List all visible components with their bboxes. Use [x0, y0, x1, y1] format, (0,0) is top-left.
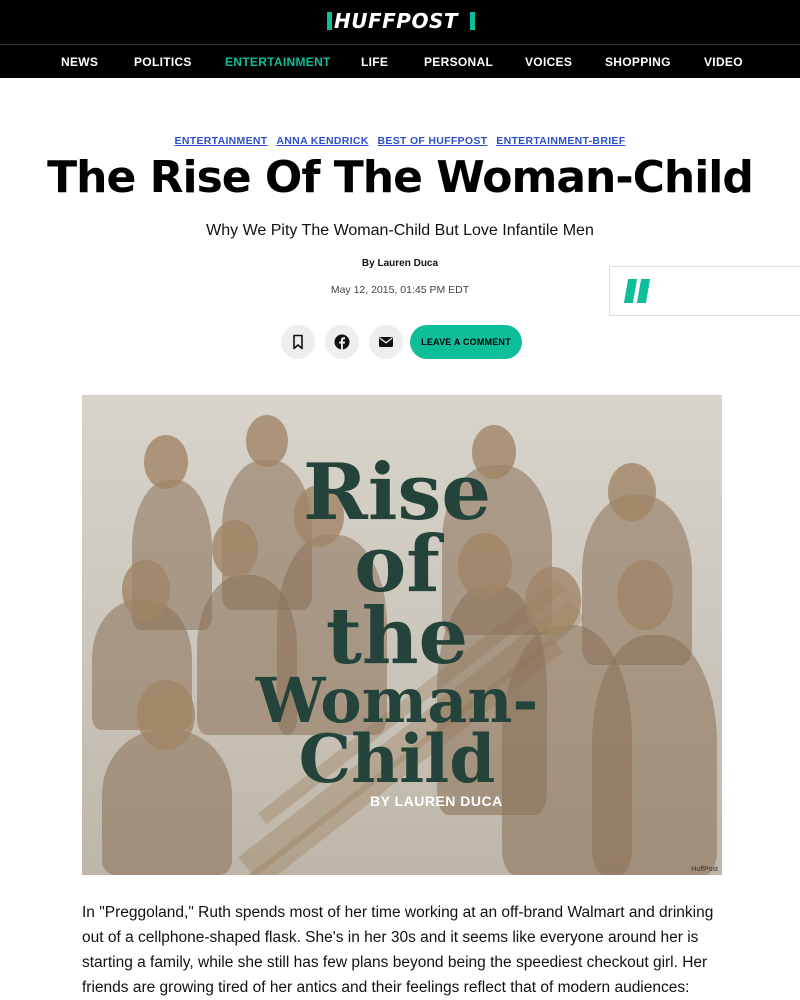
figure-head: [122, 560, 170, 620]
nav-item-life[interactable]: LIFE: [361, 55, 388, 69]
nav-item-entertainment[interactable]: ENTERTAINMENT: [225, 55, 331, 69]
hero-title-line: of: [354, 518, 440, 610]
hero-image: Rise of the Woman- Child BY LAUREN DUCA …: [82, 395, 722, 875]
hero-title-line: Rise: [303, 447, 491, 538]
facebook-share-button[interactable]: [325, 325, 359, 359]
logo-bar-left: [327, 12, 332, 30]
huffpost-side-widget[interactable]: [609, 266, 800, 316]
bookmark-button[interactable]: [281, 325, 315, 359]
hero-title-line: the: [325, 590, 469, 682]
tag-link[interactable]: ENTERTAINMENT: [175, 135, 268, 147]
logo-text: HUFFPOST: [334, 9, 459, 33]
tag-link[interactable]: ANNA KENDRICK: [276, 135, 368, 147]
hero-title-line: Child: [298, 720, 496, 799]
figure-silhouette: [102, 730, 232, 875]
nav-item-politics[interactable]: POLITICS: [134, 55, 192, 69]
article-body: In "Preggoland," Ruth spends most of her…: [82, 900, 722, 1000]
figure-head: [137, 680, 195, 750]
article-paragraph: In "Preggoland," Ruth spends most of her…: [82, 904, 714, 996]
tag-link[interactable]: BEST OF HUFFPOST: [378, 135, 488, 147]
section-nav: NEWS POLITICS ENTERTAINMENT LIFE PERSONA…: [0, 44, 800, 78]
logo-bar-right: [470, 12, 475, 30]
nav-item-news[interactable]: NEWS: [61, 55, 98, 69]
nav-item-video[interactable]: VIDEO: [704, 55, 743, 69]
facebook-icon: [334, 334, 350, 350]
figure-head: [144, 435, 188, 489]
huffpost-quote-icon: [623, 279, 651, 303]
figure-silhouette: [592, 635, 717, 875]
tag-link[interactable]: ENTERTAINMENT-BRIEF: [496, 135, 625, 147]
bookmark-icon: [293, 334, 303, 350]
nav-item-voices[interactable]: VOICES: [525, 55, 572, 69]
article-subheadline: Why We Pity The Woman-Child But Love Inf…: [206, 222, 594, 239]
figure-head: [617, 560, 673, 630]
email-share-button[interactable]: [369, 325, 403, 359]
hero-title: Rise of the Woman- Child: [232, 447, 562, 799]
hero-byline: BY LAUREN DUCA: [370, 793, 503, 809]
article-headline: The Rise Of The Woman-Child: [47, 152, 754, 203]
tag-list: ENTERTAINMENT ANNA KENDRICK BEST OF HUFF…: [0, 135, 800, 147]
nav-item-shopping[interactable]: SHOPPING: [605, 55, 671, 69]
nav-item-personal[interactable]: PERSONAL: [424, 55, 493, 69]
top-bar: HUFFPOST: [0, 0, 800, 44]
leave-comment-button[interactable]: LEAVE A COMMENT: [410, 325, 522, 359]
email-icon: [379, 337, 393, 347]
image-credit: HuffPost: [691, 866, 718, 873]
figure-head: [608, 463, 656, 521]
